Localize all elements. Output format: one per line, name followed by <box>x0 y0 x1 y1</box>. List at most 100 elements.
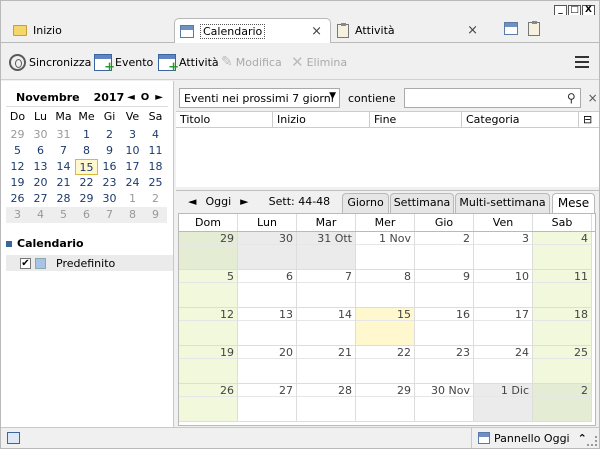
day-cell[interactable]: 4 <box>533 232 592 270</box>
mini-day[interactable]: 30 <box>29 127 52 143</box>
search-input[interactable]: ⚲ <box>403 88 581 108</box>
mini-day[interactable]: 1 <box>75 127 98 143</box>
mini-day[interactable]: 24 <box>121 175 144 191</box>
mini-day[interactable]: 28 <box>52 191 75 207</box>
today-button[interactable]: Oggi <box>205 195 231 208</box>
next-month-icon[interactable]: ► <box>155 92 163 103</box>
month-label[interactable]: Novembre <box>16 91 80 104</box>
menu-icon[interactable] <box>575 56 589 71</box>
day-cell[interactable]: 2 <box>415 232 474 270</box>
mini-day[interactable]: 15 <box>75 159 98 175</box>
tab-giorno[interactable]: Giorno <box>342 193 389 213</box>
prev-month-icon[interactable]: ◄ <box>127 92 135 103</box>
day-cell[interactable]: 30 <box>238 232 297 270</box>
mini-day[interactable]: 7 <box>98 207 121 223</box>
day-cell[interactable]: 10 <box>474 270 533 308</box>
mini-day[interactable]: 12 <box>6 159 29 175</box>
new-event-button[interactable]: Evento <box>94 52 153 75</box>
mini-day[interactable]: 2 <box>144 191 167 207</box>
mini-day[interactable]: 4 <box>29 207 52 223</box>
day-cell[interactable]: 9 <box>415 270 474 308</box>
day-cell[interactable]: 3 <box>474 232 533 270</box>
mini-day[interactable]: 5 <box>6 143 29 159</box>
day-cell[interactable]: 27 <box>238 384 297 422</box>
mini-day[interactable]: 18 <box>144 159 167 175</box>
mini-day[interactable]: 26 <box>6 191 29 207</box>
day-cell[interactable]: 7 <box>297 270 356 308</box>
mini-day[interactable]: 3 <box>121 127 144 143</box>
day-cell[interactable]: 24 <box>474 346 533 384</box>
mini-day[interactable]: 6 <box>29 143 52 159</box>
tab-calendario[interactable]: Calendario × <box>174 18 331 43</box>
column-start[interactable]: Inizio <box>273 112 370 127</box>
mini-day[interactable]: 27 <box>29 191 52 207</box>
edit-button[interactable]: ✎ Modifica <box>221 52 282 72</box>
day-cell[interactable]: 1 Nov <box>356 232 415 270</box>
day-cell[interactable]: 11 <box>533 270 592 308</box>
mini-day[interactable]: 30 <box>98 191 121 207</box>
calendar-shortcut-icon[interactable] <box>504 22 518 35</box>
mini-day[interactable]: 23 <box>98 175 121 191</box>
status-icon[interactable] <box>7 432 20 444</box>
day-cell[interactable]: 21 <box>297 346 356 384</box>
column-category[interactable]: Categoria <box>462 112 579 127</box>
column-title[interactable]: Titolo <box>176 112 273 127</box>
new-task-button[interactable]: Attività <box>158 52 219 75</box>
prev-period-icon[interactable]: ◄ <box>188 195 196 208</box>
day-cell[interactable]: 30 Nov <box>415 384 474 422</box>
mini-day[interactable]: 4 <box>144 127 167 143</box>
day-cell[interactable]: 15 <box>356 308 415 346</box>
day-cell[interactable]: 1 Dic <box>474 384 533 422</box>
day-cell[interactable]: 6 <box>238 270 297 308</box>
mini-day[interactable]: 2 <box>98 127 121 143</box>
tab-inizio[interactable]: Inizio <box>13 18 173 43</box>
next-period-icon[interactable]: ► <box>240 195 248 208</box>
day-cell[interactable]: 29 <box>179 232 238 270</box>
tab-attivita[interactable]: Attività × <box>331 18 486 43</box>
event-range-select[interactable]: Eventi nei prossimi 7 giorni ▼ <box>179 88 340 108</box>
clear-filter-icon[interactable]: × <box>588 91 598 105</box>
mini-day[interactable]: 17 <box>121 159 144 175</box>
mini-day[interactable]: 21 <box>52 175 75 191</box>
mini-day[interactable]: 3 <box>6 207 29 223</box>
close-tab-icon[interactable]: × <box>311 24 322 39</box>
column-end[interactable]: Fine <box>370 112 462 127</box>
day-cell[interactable]: 14 <box>297 308 356 346</box>
year-label[interactable]: 2017 <box>94 91 125 104</box>
mini-day[interactable]: 19 <box>6 175 29 191</box>
day-cell[interactable]: 25 <box>533 346 592 384</box>
calendar-checkbox[interactable]: ✔ <box>20 257 31 269</box>
day-cell[interactable]: 19 <box>179 346 238 384</box>
mini-day[interactable]: 9 <box>98 143 121 159</box>
column-picker-icon[interactable]: ⊟ <box>579 112 599 127</box>
mini-day[interactable]: 14 <box>52 159 75 175</box>
day-cell[interactable]: 17 <box>474 308 533 346</box>
mini-day[interactable]: 8 <box>121 207 144 223</box>
day-cell[interactable]: 12 <box>179 308 238 346</box>
mini-day[interactable]: 9 <box>144 207 167 223</box>
mini-day[interactable]: 8 <box>75 143 98 159</box>
day-cell[interactable]: 22 <box>356 346 415 384</box>
day-cell[interactable]: 16 <box>415 308 474 346</box>
mini-day[interactable]: 5 <box>52 207 75 223</box>
mini-day[interactable]: 29 <box>75 191 98 207</box>
delete-button[interactable]: ✕ Elimina <box>291 52 347 72</box>
today-icon[interactable]: O <box>141 92 150 103</box>
sync-button[interactable]: Sincronizza <box>9 52 91 72</box>
mini-day[interactable]: 29 <box>6 127 29 143</box>
tab-multi-settimana[interactable]: Multi-settimana <box>455 193 550 213</box>
close-tab-icon[interactable]: × <box>467 23 478 38</box>
tab-settimana[interactable]: Settimana <box>390 193 454 213</box>
day-cell[interactable]: 31 Ott <box>297 232 356 270</box>
mini-day[interactable]: 1 <box>121 191 144 207</box>
day-cell[interactable]: 8 <box>356 270 415 308</box>
day-cell[interactable]: 5 <box>179 270 238 308</box>
mini-day[interactable]: 22 <box>75 175 98 191</box>
calendar-list-header[interactable]: Calendario <box>6 237 173 250</box>
day-cell[interactable]: 13 <box>238 308 297 346</box>
mini-day[interactable]: 16 <box>98 159 121 175</box>
mini-day[interactable]: 13 <box>29 159 52 175</box>
day-cell[interactable]: 26 <box>179 384 238 422</box>
mini-day[interactable]: 25 <box>144 175 167 191</box>
mini-day[interactable]: 6 <box>75 207 98 223</box>
